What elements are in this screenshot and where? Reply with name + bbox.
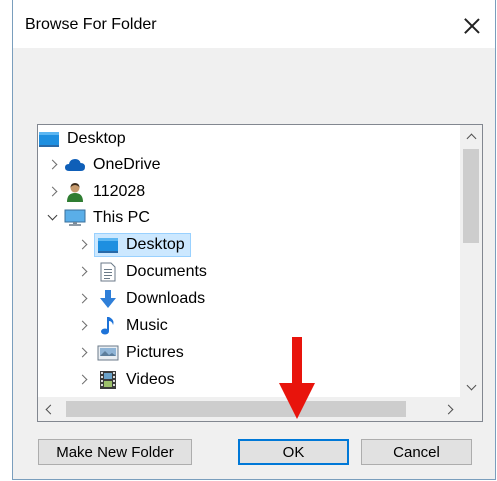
ok-button[interactable]: OK [238,439,349,465]
music-icon [97,316,119,336]
tree-item-label: Desktop [126,236,185,253]
tree-item-desktop[interactable]: Desktop [74,233,191,257]
tree-item-label: Desktop [67,130,126,147]
tree-item-onedrive[interactable]: OneDrive [44,153,163,177]
tree-item-wrap: Documents [94,260,213,284]
tree-item-wrap: Pictures [94,341,190,365]
folder-tree[interactable]: Desktop OneDrive 112028 This PC Desktop … [37,124,483,422]
chevron-right-icon[interactable] [74,314,94,338]
scroll-up-icon[interactable] [460,125,482,145]
chevron-down-icon[interactable] [44,206,64,230]
tree-item-label: Music [126,317,168,334]
dialog-title: Browse For Folder [25,16,157,33]
chevron-right-icon[interactable] [74,341,94,365]
tree-item-downloads[interactable]: Downloads [74,287,211,311]
tree-item-music[interactable]: Music [74,314,174,338]
cancel-button[interactable]: Cancel [361,439,472,465]
this-pc-icon [64,208,86,228]
horizontal-scroll-thumb[interactable] [66,401,406,417]
tree-item-wrap: Music [94,314,174,338]
tree-item-label: Downloads [126,290,206,307]
scroll-left-icon[interactable] [38,397,60,421]
tree-item-this-pc[interactable]: This PC [44,206,152,230]
tree-item-wrap: Videos [94,368,181,392]
browse-for-folder-dialog: Browse For Folder Desktop OneDrive 11202… [12,0,496,480]
desktop-icon [38,129,60,149]
tree-item-label: Documents [126,263,207,280]
scroll-right-icon[interactable] [439,397,461,421]
tree-item-label: This PC [93,209,150,226]
documents-icon [97,262,119,282]
red-arrow-annotation-icon [279,337,315,419]
scroll-down-icon[interactable] [460,377,482,397]
tree-item-label: 112028 [93,183,146,200]
tree-item-pictures[interactable]: Pictures [74,341,190,365]
vertical-scrollbar[interactable] [460,125,482,397]
chevron-right-icon[interactable] [44,153,64,177]
tree-item-desktop-root[interactable]: Desktop [38,127,128,151]
desktop-icon [97,235,119,255]
tree-item-videos[interactable]: Videos [74,368,181,392]
horizontal-scrollbar[interactable] [38,397,461,421]
close-icon[interactable] [455,8,489,42]
onedrive-cloud-icon [64,155,86,175]
chevron-right-icon[interactable] [44,180,64,204]
scrollbar-corner [460,397,482,421]
tree-item-label: Pictures [126,344,184,361]
videos-icon [97,370,119,390]
chevron-right-icon[interactable] [74,287,94,311]
downloads-icon [97,289,119,309]
tree-item-documents[interactable]: Documents [74,260,213,284]
tree-item-label: Videos [126,371,175,388]
chevron-right-icon[interactable] [74,260,94,284]
chevron-right-icon[interactable] [74,368,94,392]
tree-item-wrap: Downloads [94,287,211,311]
chevron-right-icon[interactable] [74,233,94,257]
vertical-scroll-thumb[interactable] [463,149,479,243]
pictures-icon [97,343,119,363]
folder-tree-viewport: Desktop OneDrive 112028 This PC Desktop … [38,125,461,397]
tree-item-user-112028[interactable]: 112028 [44,180,147,204]
user-icon [64,182,86,202]
tree-item-label: OneDrive [93,156,161,173]
make-new-folder-button[interactable]: Make New Folder [38,439,192,465]
title-bar: Browse For Folder [13,0,495,48]
selection-highlight: Desktop [94,233,191,257]
